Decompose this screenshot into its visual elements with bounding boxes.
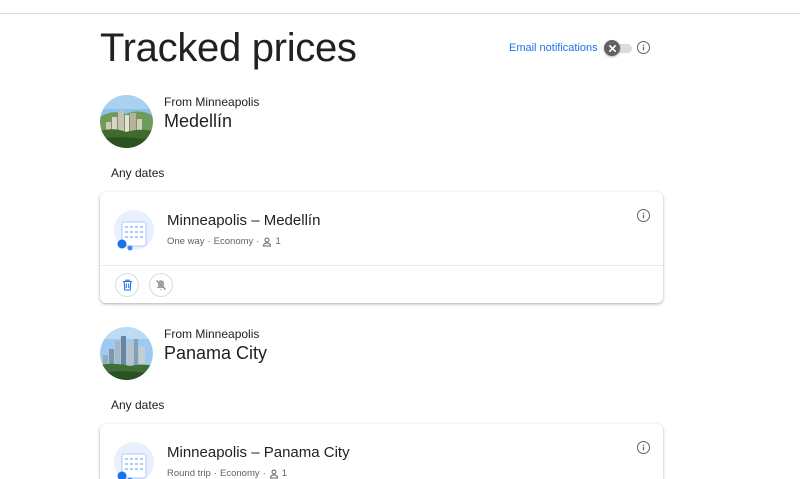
dates-label: Any dates: [111, 166, 165, 180]
top-divider: [0, 13, 800, 14]
close-icon: [608, 44, 616, 52]
delete-button[interactable]: [115, 273, 139, 297]
meta-separator: ·: [262, 468, 266, 479]
info-icon[interactable]: [637, 209, 650, 222]
price-alert-button[interactable]: [149, 273, 173, 297]
trash-icon: [122, 279, 132, 291]
tracked-flight-card[interactable]: Minneapolis – Panama City Round trip · E…: [100, 424, 663, 479]
meta-separator: ·: [213, 468, 218, 479]
route-title: Minneapolis – Medellín: [167, 212, 321, 229]
destination-title: Medellín: [164, 111, 233, 131]
person-icon: [263, 237, 272, 247]
dates-label: Any dates: [111, 398, 165, 412]
flight-details: One way · Economy · 1: [167, 236, 281, 248]
destination-photo-medellin: [100, 95, 153, 148]
person-icon: [269, 469, 278, 479]
card-divider: [100, 265, 663, 266]
calendar-illustration-icon: [110, 208, 156, 254]
cabin-class: Economy: [220, 468, 260, 479]
toggle-thumb: [604, 40, 620, 56]
page-title: Tracked prices: [100, 26, 357, 70]
email-notifications-toggle[interactable]: [604, 40, 632, 56]
tracked-flight-card[interactable]: Minneapolis – Medellín One way · Economy…: [100, 192, 663, 303]
meta-separator: ·: [256, 236, 260, 247]
email-notifications-link[interactable]: Email notifications: [509, 41, 598, 55]
passenger-count: 1: [281, 468, 288, 479]
bell-off-icon: [155, 279, 167, 291]
meta-separator: ·: [207, 236, 211, 247]
origin-label: From Minneapolis: [164, 95, 260, 109]
cabin-class: Economy: [213, 236, 254, 247]
info-icon[interactable]: [637, 441, 650, 454]
calendar-illustration-icon: [110, 440, 156, 479]
destination-photo-panama-city: [100, 327, 153, 380]
info-icon[interactable]: [637, 41, 650, 54]
destination-title: Panama City: [164, 343, 268, 363]
trip-type: Round trip: [167, 468, 211, 479]
route-title: Minneapolis – Panama City: [167, 444, 350, 461]
passenger-count: 1: [275, 236, 281, 247]
flight-details: Round trip · Economy · 1: [167, 468, 287, 479]
origin-label: From Minneapolis: [164, 327, 260, 341]
trip-type: One way: [167, 236, 205, 247]
